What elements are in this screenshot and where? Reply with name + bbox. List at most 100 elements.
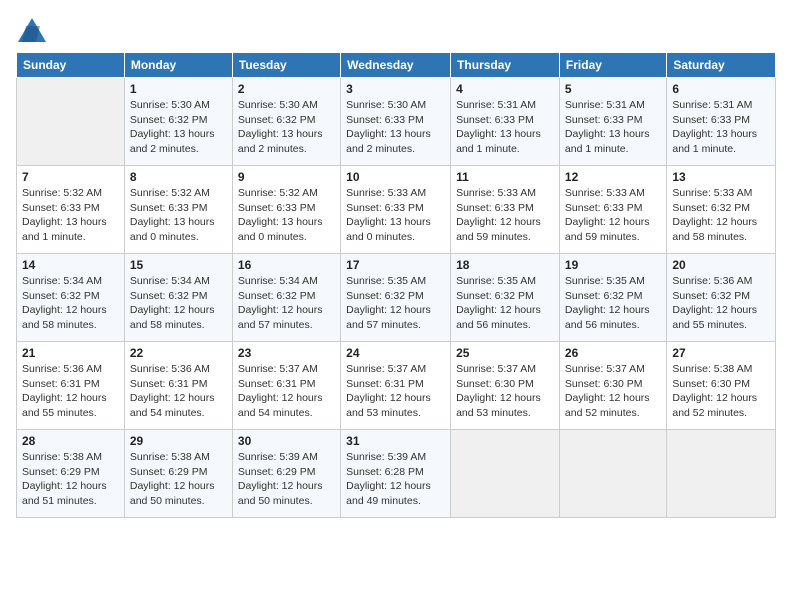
calendar-day-cell: 2 Sunrise: 5:30 AMSunset: 6:32 PMDaylight… <box>232 78 340 166</box>
day-info: Sunrise: 5:37 AMSunset: 6:31 PMDaylight:… <box>238 362 335 421</box>
day-info: Sunrise: 5:34 AMSunset: 6:32 PMDaylight:… <box>22 274 119 333</box>
calendar-day-cell: 28 Sunrise: 5:38 AMSunset: 6:29 PMDayligh… <box>17 430 125 518</box>
calendar-week-row: 14 Sunrise: 5:34 AMSunset: 6:32 PMDayligh… <box>17 254 776 342</box>
day-info: Sunrise: 5:31 AMSunset: 6:33 PMDaylight:… <box>672 98 770 157</box>
weekday-header-cell: Thursday <box>451 53 560 78</box>
day-info: Sunrise: 5:32 AMSunset: 6:33 PMDaylight:… <box>22 186 119 245</box>
calendar-day-cell: 30 Sunrise: 5:39 AMSunset: 6:29 PMDayligh… <box>232 430 340 518</box>
day-number: 30 <box>238 434 335 448</box>
calendar-day-cell: 25Sunrise: 5:37 AMSunset: 6:30 PMDayligh… <box>451 342 560 430</box>
weekday-header-cell: Wednesday <box>341 53 451 78</box>
day-info: Sunrise: 5:32 AMSunset: 6:33 PMDaylight:… <box>238 186 335 245</box>
day-info: Sunrise: 5:35 AMSunset: 6:32 PMDaylight:… <box>456 274 554 333</box>
day-info: Sunrise: 5:35 AMSunset: 6:32 PMDaylight:… <box>565 274 661 333</box>
day-info: Sunrise: 5:33 AMSunset: 6:33 PMDaylight:… <box>346 186 445 245</box>
calendar-day-cell: 16 Sunrise: 5:34 AMSunset: 6:32 PMDayligh… <box>232 254 340 342</box>
day-number: 14 <box>22 258 119 272</box>
day-info: Sunrise: 5:32 AMSunset: 6:33 PMDaylight:… <box>130 186 227 245</box>
calendar-day-cell: 13 Sunrise: 5:33 AMSunset: 6:32 PMDayligh… <box>667 166 776 254</box>
weekday-header-cell: Monday <box>124 53 232 78</box>
calendar-body: 1Sunrise: 5:30 AMSunset: 6:32 PMDaylight… <box>17 78 776 518</box>
calendar-day-cell: 1Sunrise: 5:30 AMSunset: 6:32 PMDaylight… <box>124 78 232 166</box>
calendar-day-cell: 5 Sunrise: 5:31 AMSunset: 6:33 PMDaylight… <box>559 78 666 166</box>
day-info: Sunrise: 5:31 AMSunset: 6:33 PMDaylight:… <box>565 98 661 157</box>
weekday-header-cell: Saturday <box>667 53 776 78</box>
day-number: 15 <box>130 258 227 272</box>
calendar-day-cell: 18Sunrise: 5:35 AMSunset: 6:32 PMDayligh… <box>451 254 560 342</box>
day-number: 26 <box>565 346 661 360</box>
day-info: Sunrise: 5:33 AMSunset: 6:33 PMDaylight:… <box>456 186 554 245</box>
day-info: Sunrise: 5:38 AMSunset: 6:29 PMDaylight:… <box>130 450 227 509</box>
calendar-day-cell: 10 Sunrise: 5:33 AMSunset: 6:33 PMDayligh… <box>341 166 451 254</box>
day-info: Sunrise: 5:34 AMSunset: 6:32 PMDaylight:… <box>238 274 335 333</box>
calendar-day-cell: 15 Sunrise: 5:34 AMSunset: 6:32 PMDayligh… <box>124 254 232 342</box>
calendar-day-cell: 20 Sunrise: 5:36 AMSunset: 6:32 PMDayligh… <box>667 254 776 342</box>
day-number: 21 <box>22 346 119 360</box>
calendar-day-cell <box>667 430 776 518</box>
day-number: 13 <box>672 170 770 184</box>
calendar-day-cell: 26Sunrise: 5:37 AMSunset: 6:30 PMDayligh… <box>559 342 666 430</box>
day-info: Sunrise: 5:37 AMSunset: 6:31 PMDaylight:… <box>346 362 445 421</box>
calendar-day-cell: 21 Sunrise: 5:36 AMSunset: 6:31 PMDayligh… <box>17 342 125 430</box>
calendar-day-cell: 7 Sunrise: 5:32 AMSunset: 6:33 PMDaylight… <box>17 166 125 254</box>
day-number: 4 <box>456 82 554 96</box>
calendar-day-cell <box>559 430 666 518</box>
day-number: 31 <box>346 434 445 448</box>
calendar-day-cell: 23 Sunrise: 5:37 AMSunset: 6:31 PMDayligh… <box>232 342 340 430</box>
day-info: Sunrise: 5:39 AMSunset: 6:29 PMDaylight:… <box>238 450 335 509</box>
day-info: Sunrise: 5:33 AMSunset: 6:33 PMDaylight:… <box>565 186 661 245</box>
day-number: 9 <box>238 170 335 184</box>
day-number: 11 <box>456 170 554 184</box>
calendar-day-cell: 29 Sunrise: 5:38 AMSunset: 6:29 PMDayligh… <box>124 430 232 518</box>
day-info: Sunrise: 5:30 AMSunset: 6:32 PMDaylight:… <box>130 98 227 157</box>
calendar-day-cell: 27 Sunrise: 5:38 AMSunset: 6:30 PMDayligh… <box>667 342 776 430</box>
day-number: 6 <box>672 82 770 96</box>
day-number: 17 <box>346 258 445 272</box>
calendar-day-cell <box>17 78 125 166</box>
day-info: Sunrise: 5:38 AMSunset: 6:29 PMDaylight:… <box>22 450 119 509</box>
calendar-day-cell: 4 Sunrise: 5:31 AMSunset: 6:33 PMDaylight… <box>451 78 560 166</box>
calendar-day-cell: 11 Sunrise: 5:33 AMSunset: 6:33 PMDayligh… <box>451 166 560 254</box>
calendar-week-row: 1Sunrise: 5:30 AMSunset: 6:32 PMDaylight… <box>17 78 776 166</box>
day-number: 29 <box>130 434 227 448</box>
day-info: Sunrise: 5:39 AMSunset: 6:28 PMDaylight:… <box>346 450 445 509</box>
calendar-day-cell: 12Sunrise: 5:33 AMSunset: 6:33 PMDayligh… <box>559 166 666 254</box>
day-number: 3 <box>346 82 445 96</box>
day-info: Sunrise: 5:36 AMSunset: 6:31 PMDaylight:… <box>130 362 227 421</box>
day-number: 8 <box>130 170 227 184</box>
day-info: Sunrise: 5:31 AMSunset: 6:33 PMDaylight:… <box>456 98 554 157</box>
calendar-day-cell: 6 Sunrise: 5:31 AMSunset: 6:33 PMDaylight… <box>667 78 776 166</box>
day-info: Sunrise: 5:33 AMSunset: 6:32 PMDaylight:… <box>672 186 770 245</box>
calendar-day-cell: 17 Sunrise: 5:35 AMSunset: 6:32 PMDayligh… <box>341 254 451 342</box>
weekday-header-cell: Tuesday <box>232 53 340 78</box>
day-number: 25 <box>456 346 554 360</box>
day-number: 2 <box>238 82 335 96</box>
logo <box>16 16 52 44</box>
day-number: 24 <box>346 346 445 360</box>
day-info: Sunrise: 5:38 AMSunset: 6:30 PMDaylight:… <box>672 362 770 421</box>
calendar-day-cell: 9 Sunrise: 5:32 AMSunset: 6:33 PMDaylight… <box>232 166 340 254</box>
calendar-day-cell: 22 Sunrise: 5:36 AMSunset: 6:31 PMDayligh… <box>124 342 232 430</box>
day-number: 23 <box>238 346 335 360</box>
day-info: Sunrise: 5:34 AMSunset: 6:32 PMDaylight:… <box>130 274 227 333</box>
calendar-table: SundayMondayTuesdayWednesdayThursdayFrid… <box>16 52 776 518</box>
calendar-day-cell: 24 Sunrise: 5:37 AMSunset: 6:31 PMDayligh… <box>341 342 451 430</box>
day-number: 7 <box>22 170 119 184</box>
calendar-day-cell: 3Sunrise: 5:30 AMSunset: 6:33 PMDaylight… <box>341 78 451 166</box>
weekday-header-cell: Sunday <box>17 53 125 78</box>
day-number: 22 <box>130 346 227 360</box>
day-number: 20 <box>672 258 770 272</box>
weekday-header-cell: Friday <box>559 53 666 78</box>
day-number: 5 <box>565 82 661 96</box>
day-info: Sunrise: 5:36 AMSunset: 6:32 PMDaylight:… <box>672 274 770 333</box>
day-number: 19 <box>565 258 661 272</box>
calendar-week-row: 28 Sunrise: 5:38 AMSunset: 6:29 PMDayligh… <box>17 430 776 518</box>
day-number: 10 <box>346 170 445 184</box>
day-number: 28 <box>22 434 119 448</box>
day-number: 16 <box>238 258 335 272</box>
day-info: Sunrise: 5:35 AMSunset: 6:32 PMDaylight:… <box>346 274 445 333</box>
weekday-header-row: SundayMondayTuesdayWednesdayThursdayFrid… <box>17 53 776 78</box>
day-info: Sunrise: 5:30 AMSunset: 6:32 PMDaylight:… <box>238 98 335 157</box>
day-info: Sunrise: 5:36 AMSunset: 6:31 PMDaylight:… <box>22 362 119 421</box>
day-number: 27 <box>672 346 770 360</box>
